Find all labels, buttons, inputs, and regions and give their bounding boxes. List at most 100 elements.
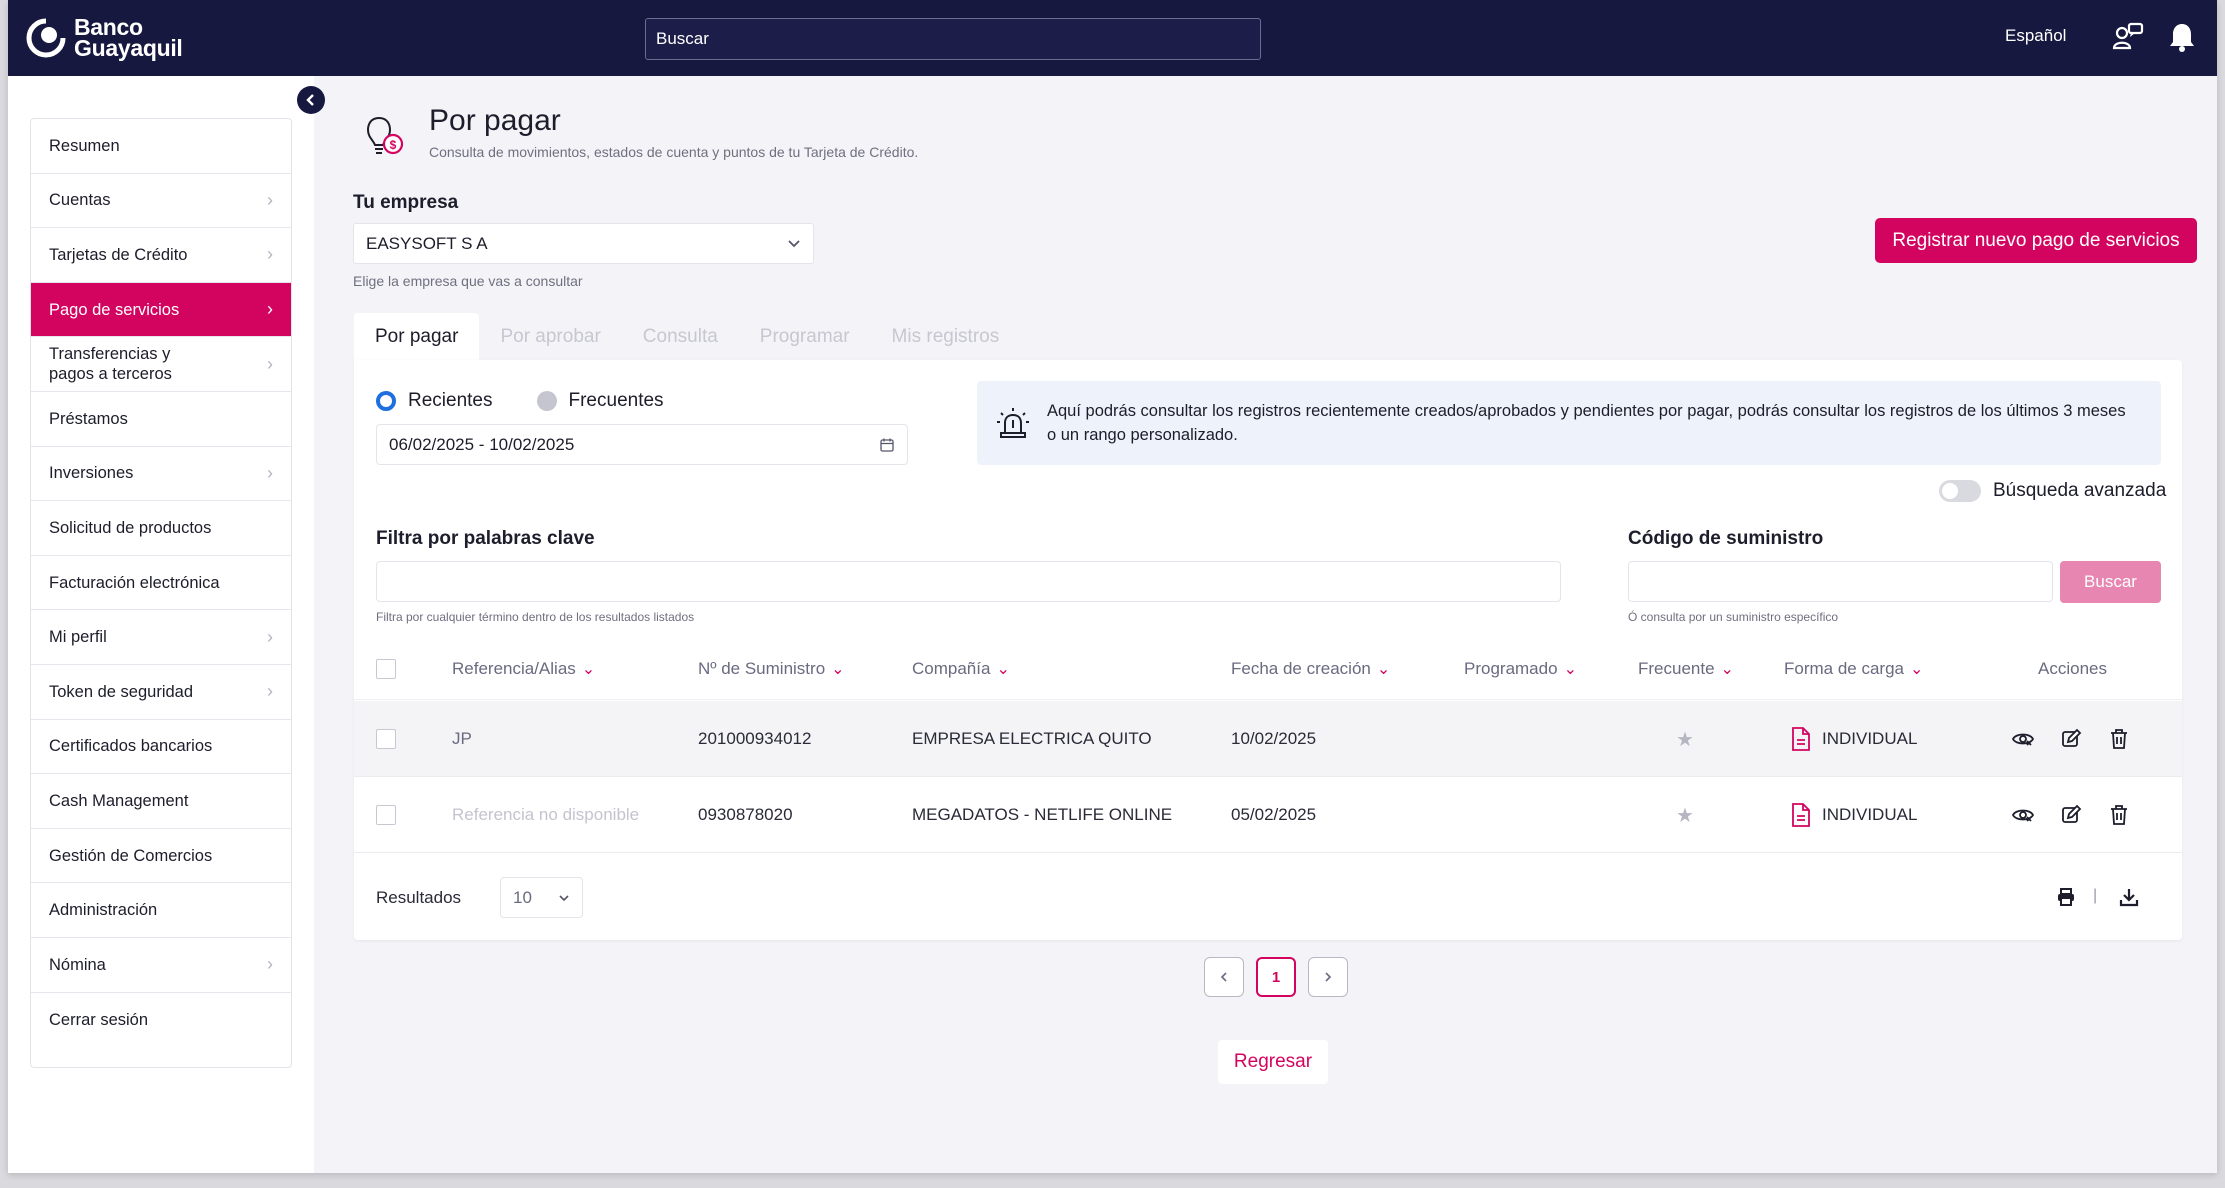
sidebar-item-13[interactable]: Gestión de Comercios bbox=[31, 829, 291, 884]
table-row[interactable]: JP 201000934012 EMPRESA ELECTRICA QUITO 10/… bbox=[354, 701, 2182, 777]
brand-logo[interactable]: Banco Guayaquil bbox=[26, 16, 183, 60]
edit-icon[interactable] bbox=[2059, 803, 2083, 827]
header-reference-label: Referencia/Alias bbox=[452, 658, 576, 678]
sort-chevron-icon: ⌄ bbox=[831, 660, 845, 678]
sidebar-item-4[interactable]: Transferencias y pagos a terceros › bbox=[31, 337, 291, 392]
prev-page-button[interactable] bbox=[1204, 957, 1244, 997]
advanced-search-toggle-row: Búsqueda avanzada bbox=[1939, 480, 2166, 502]
sidebar-item-2[interactable]: Tarjetas de Crédito › bbox=[31, 228, 291, 283]
cell-supply-number: 201000934012 bbox=[698, 729, 812, 748]
tab-bar: Por pagar Por aprobar Consulta Programar Mis… bbox=[354, 313, 1020, 361]
table-header: Referencia/Alias ⌄ Nº de Suministro ⌄ Comp… bbox=[354, 638, 2182, 700]
header-load-type-label: Forma de carga bbox=[1784, 658, 1904, 678]
tab-0[interactable]: Por pagar bbox=[354, 313, 480, 361]
logo-text: Banco Guayaquil bbox=[74, 16, 183, 60]
user-settings-icon[interactable] bbox=[2111, 20, 2145, 54]
global-search-input[interactable] bbox=[645, 18, 1261, 60]
sort-chevron-icon: ⌄ bbox=[996, 660, 1010, 678]
header-reference[interactable]: Referencia/Alias ⌄ bbox=[452, 659, 595, 679]
bell-icon[interactable] bbox=[2165, 20, 2199, 54]
sidebar-collapse-button[interactable] bbox=[297, 86, 325, 114]
page-button-current[interactable]: 1 bbox=[1256, 957, 1296, 997]
radio-recent-dot bbox=[376, 391, 396, 411]
sort-chevron-icon: ⌄ bbox=[1910, 660, 1924, 678]
header-supply-number[interactable]: Nº de Suministro ⌄ bbox=[698, 659, 845, 679]
download-icon[interactable] bbox=[2119, 887, 2139, 907]
sidebar-item-6[interactable]: Inversiones › bbox=[31, 447, 291, 502]
page-size-select[interactable]: 10 bbox=[500, 877, 583, 918]
back-button[interactable]: Regresar bbox=[1218, 1040, 1328, 1084]
view-icon[interactable] bbox=[2011, 803, 2035, 827]
bill-payment-icon: $ bbox=[366, 116, 404, 155]
row-checkbox[interactable] bbox=[376, 805, 396, 825]
header-load-type[interactable]: Forma de carga ⌄ bbox=[1784, 659, 1923, 679]
sidebar-item-label: Inversiones bbox=[49, 464, 134, 483]
info-text: Aquí podrás consultar los registros reci… bbox=[1047, 402, 2126, 444]
sidebar-item-12[interactable]: Cash Management bbox=[31, 774, 291, 829]
radio-recent[interactable]: Recientes bbox=[376, 390, 493, 412]
sidebar-item-label: Mi perfil bbox=[49, 628, 107, 647]
header-company-label: Compañía bbox=[912, 658, 991, 678]
sort-chevron-icon: ⌄ bbox=[1720, 660, 1734, 678]
sidebar-item-label: Gestión de Comercios bbox=[49, 846, 213, 865]
header-frequent[interactable]: Frecuente ⌄ bbox=[1638, 659, 1734, 679]
sidebar-item-10[interactable]: Token de seguridad › bbox=[31, 665, 291, 720]
chevron-right-icon bbox=[1325, 972, 1332, 982]
chevron-right-icon: › bbox=[267, 626, 273, 647]
edit-icon[interactable] bbox=[2059, 727, 2083, 751]
calendar-icon bbox=[880, 438, 894, 452]
header-frequent-label: Frecuente bbox=[1638, 658, 1715, 678]
company-select[interactable]: EASYSOFT S A bbox=[353, 223, 814, 264]
sort-chevron-icon: ⌄ bbox=[1563, 660, 1577, 678]
sidebar-item-11[interactable]: Certificados bancarios bbox=[31, 720, 291, 775]
supply-code-input[interactable] bbox=[1628, 561, 2053, 602]
table-row[interactable]: Referencia no disponible 0930878020 MEGADA… bbox=[354, 777, 2182, 853]
advanced-search-label: Búsqueda avanzada bbox=[1993, 480, 2167, 501]
register-new-payment-button[interactable]: Registrar nuevo pago de servicios bbox=[1875, 218, 2197, 263]
select-all-checkbox[interactable] bbox=[376, 658, 396, 679]
top-bar: Banco Guayaquil Español bbox=[8, 0, 2217, 76]
sidebar-item-8[interactable]: Facturación electrónica bbox=[31, 556, 291, 611]
keyword-filter-input[interactable] bbox=[376, 561, 1561, 602]
sidebar-item-16[interactable]: Cerrar sesión bbox=[31, 993, 291, 1048]
header-creation-date[interactable]: Fecha de creación ⌄ bbox=[1231, 659, 1390, 679]
cell-actions bbox=[2011, 701, 2131, 777]
next-page-button[interactable] bbox=[1308, 957, 1348, 997]
tab-4[interactable]: Mis registros bbox=[871, 313, 1021, 361]
sidebar-item-3[interactable]: Pago de servicios › bbox=[31, 282, 291, 338]
tab-2[interactable]: Consulta bbox=[622, 313, 739, 361]
header-supply-label: Nº de Suministro bbox=[698, 658, 826, 678]
sidebar-item-14[interactable]: Administración bbox=[31, 883, 291, 938]
logo-mark-icon bbox=[26, 18, 66, 58]
header-actions: Acciones bbox=[2038, 659, 2107, 679]
view-icon[interactable] bbox=[2011, 727, 2035, 751]
header-date-label: Fecha de creación bbox=[1231, 658, 1371, 678]
search-button[interactable]: Buscar bbox=[2060, 561, 2161, 603]
row-checkbox[interactable] bbox=[376, 729, 396, 749]
header-company[interactable]: Compañía ⌄ bbox=[912, 659, 1010, 679]
delete-icon[interactable] bbox=[2107, 727, 2131, 751]
tab-3[interactable]: Programar bbox=[739, 313, 871, 361]
chevron-right-icon: › bbox=[267, 954, 273, 975]
cell-creation-date: 10/02/2025 bbox=[1231, 729, 1317, 748]
star-icon[interactable]: ★ bbox=[1676, 803, 1694, 828]
page-subtitle: Consulta de movimientos, estados de cuen… bbox=[429, 144, 919, 160]
sidebar-item-9[interactable]: Mi perfil › bbox=[31, 610, 291, 665]
language-selector[interactable]: Español bbox=[2005, 26, 2066, 46]
sidebar-item-0[interactable]: Resumen bbox=[31, 119, 291, 174]
sidebar-item-1[interactable]: Cuentas › bbox=[31, 174, 291, 229]
sidebar-item-7[interactable]: Solicitud de productos bbox=[31, 501, 291, 556]
sidebar-item-5[interactable]: Préstamos bbox=[31, 392, 291, 447]
supply-code-hint: Ó consulta por un suministro específico bbox=[1628, 610, 1839, 624]
page-title: Por pagar bbox=[429, 104, 561, 137]
header-scheduled[interactable]: Programado ⌄ bbox=[1464, 659, 1577, 679]
star-icon[interactable]: ★ bbox=[1676, 727, 1694, 752]
sidebar-item-15[interactable]: Nómina › bbox=[31, 938, 291, 993]
advanced-search-toggle[interactable] bbox=[1939, 480, 1981, 502]
tab-1[interactable]: Por aprobar bbox=[479, 313, 621, 361]
print-icon[interactable] bbox=[2056, 887, 2076, 907]
date-range-picker[interactable]: 06/02/2025 - 10/02/2025 bbox=[376, 424, 908, 465]
delete-icon[interactable] bbox=[2107, 803, 2131, 827]
radio-frequent-dot bbox=[536, 391, 557, 411]
radio-frequent[interactable]: Frecuentes bbox=[536, 390, 664, 412]
